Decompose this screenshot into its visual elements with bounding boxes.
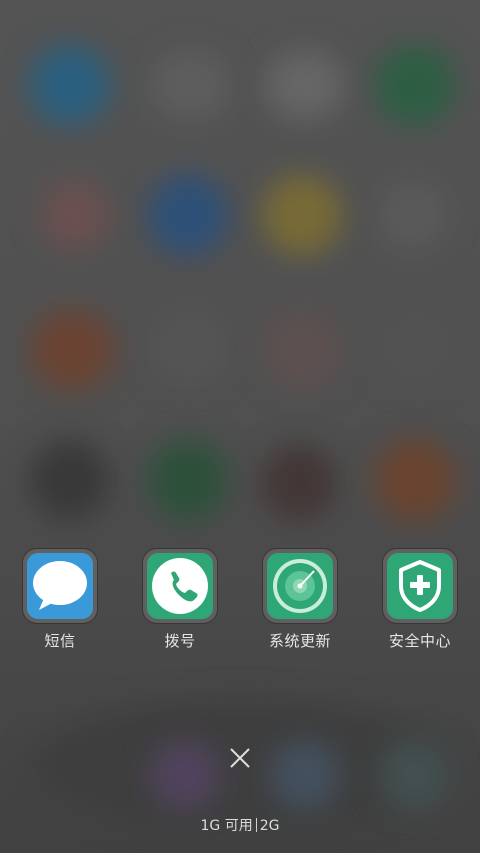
memory-available: 1G 可用 — [200, 818, 253, 834]
update-icon — [267, 553, 333, 619]
shield-plus-icon — [387, 553, 453, 619]
app-label: 短信 — [44, 632, 76, 650]
phone-icon — [147, 553, 213, 619]
app-icon-frame — [143, 549, 217, 623]
memory-total: 2G — [259, 818, 280, 834]
app-icon-frame — [23, 549, 97, 623]
app-label: 系统更新 — [268, 632, 331, 650]
app-security-center[interactable]: 安全中心 — [360, 549, 480, 659]
app-system-update[interactable]: 系统更新 — [240, 549, 360, 659]
app-dialer[interactable]: 拨号 — [120, 549, 240, 659]
app-messages[interactable]: 短信 — [0, 549, 120, 659]
app-label: 拨号 — [164, 632, 196, 650]
app-icon-frame — [263, 549, 337, 623]
close-recents-button[interactable] — [224, 742, 256, 774]
memory-status: 1G 可用 2G — [0, 815, 480, 835]
recent-apps-row: 短信 拨号 系统更新 安全中心 — [0, 549, 480, 659]
memory-separator — [255, 818, 257, 832]
app-icon-frame — [383, 549, 457, 623]
message-icon — [27, 553, 93, 619]
close-icon — [230, 748, 250, 768]
app-label: 安全中心 — [388, 632, 451, 650]
blurred-home-screen — [0, 0, 480, 853]
